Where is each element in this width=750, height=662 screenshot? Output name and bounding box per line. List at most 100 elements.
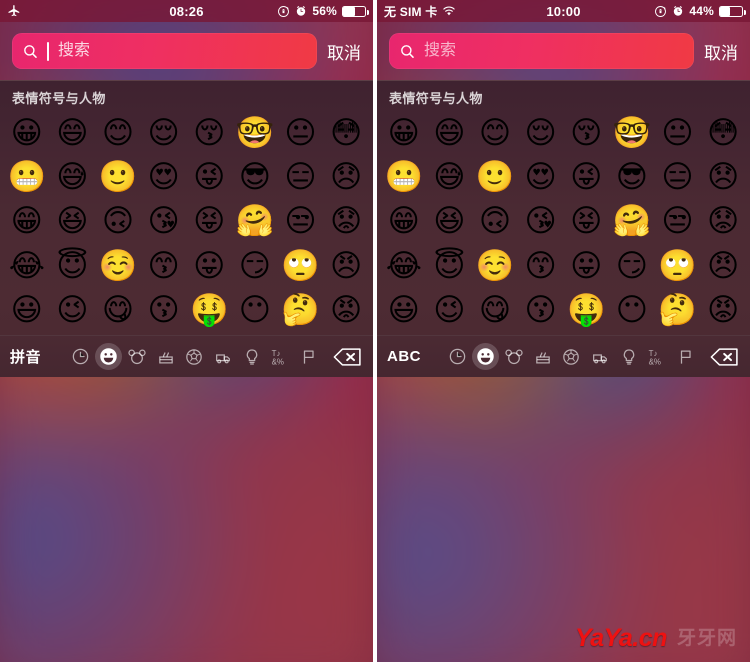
symbol-icon[interactable]: T♪ &% — [267, 343, 294, 370]
recent-icon[interactable] — [67, 343, 94, 370]
emoji-key[interactable]: 😟 — [323, 200, 369, 244]
emoji-key[interactable]: 😄 — [427, 111, 473, 155]
emoji-key[interactable]: 😎 — [232, 155, 278, 199]
emoji-key[interactable]: 😳 — [700, 111, 746, 155]
emoji-key[interactable]: 😌 — [141, 111, 187, 155]
backspace-icon[interactable] — [323, 346, 363, 368]
emoji-key[interactable]: 😚 — [564, 111, 610, 155]
emoji-key[interactable]: 🙂 — [95, 155, 141, 199]
activity-icon[interactable] — [181, 343, 208, 370]
emoji-key[interactable]: 😗 — [518, 289, 564, 333]
emoji-key[interactable]: 😅 — [50, 155, 96, 199]
emoji-key[interactable]: 😑 — [278, 155, 324, 199]
emoji-key[interactable]: 😌 — [518, 111, 564, 155]
emoji-key[interactable]: 😙 — [518, 244, 564, 288]
emoji-key[interactable]: 🤗 — [609, 200, 655, 244]
emoji-key[interactable]: ☺️ — [472, 244, 518, 288]
search-input[interactable]: 搜索 — [12, 33, 317, 69]
emoji-key[interactable]: 😂 — [4, 244, 50, 288]
search-input[interactable]: 搜索 — [389, 33, 694, 69]
emoji-key[interactable]: ☺️ — [95, 244, 141, 288]
emoji-key[interactable]: 😄 — [50, 111, 96, 155]
emoji-key[interactable]: 😠 — [700, 244, 746, 288]
emoji-key[interactable]: 🤑 — [564, 289, 610, 333]
emoji-key[interactable]: 🤔 — [655, 289, 701, 333]
object-icon[interactable] — [238, 343, 265, 370]
emoji-key[interactable]: 😡 — [700, 289, 746, 333]
emoji-key[interactable]: 😃 — [381, 289, 427, 333]
flag-icon[interactable] — [672, 343, 699, 370]
emoji-key[interactable]: 😠 — [323, 244, 369, 288]
animal-icon[interactable] — [501, 343, 528, 370]
flag-icon[interactable] — [295, 343, 322, 370]
emoji-key[interactable]: 😘 — [518, 200, 564, 244]
emoji-key[interactable]: 😐 — [278, 111, 324, 155]
emoji-key[interactable]: 😐 — [655, 111, 701, 155]
emoji-key[interactable]: 😙 — [141, 244, 187, 288]
emoji-key[interactable]: 😳 — [323, 111, 369, 155]
emoji-key[interactable]: 😊 — [95, 111, 141, 155]
emoji-key[interactable]: 🤗 — [232, 200, 278, 244]
emoji-key[interactable]: 😬 — [381, 155, 427, 199]
emoji-key[interactable]: 🙄 — [278, 244, 324, 288]
smiley-icon[interactable] — [95, 343, 123, 370]
object-icon[interactable] — [615, 343, 642, 370]
emoji-key[interactable]: 😒 — [278, 200, 324, 244]
recent-icon[interactable] — [444, 343, 471, 370]
emoji-key[interactable]: 🤓 — [609, 111, 655, 155]
smiley-icon[interactable] — [472, 343, 500, 370]
animal-icon[interactable] — [124, 343, 151, 370]
emoji-key[interactable]: 😜 — [187, 155, 233, 199]
emoji-key[interactable]: 😚 — [187, 111, 233, 155]
emoji-key[interactable]: 😛 — [187, 244, 233, 288]
emoji-key[interactable]: 😂 — [381, 244, 427, 288]
keyboard-mode-button[interactable]: ABC — [387, 348, 443, 365]
emoji-key[interactable]: 😋 — [472, 289, 518, 333]
emoji-key[interactable]: 😀 — [4, 111, 50, 155]
emoji-key[interactable]: 😆 — [50, 200, 96, 244]
emoji-key[interactable]: 😋 — [95, 289, 141, 333]
emoji-key[interactable]: 😆 — [427, 200, 473, 244]
emoji-key[interactable]: 😊 — [472, 111, 518, 155]
emoji-key[interactable]: 🤑 — [187, 289, 233, 333]
emoji-key[interactable]: 😇 — [427, 244, 473, 288]
emoji-key[interactable]: 😉 — [50, 289, 96, 333]
emoji-key[interactable]: 😅 — [427, 155, 473, 199]
keyboard-mode-button[interactable]: 拼音 — [10, 346, 66, 367]
food-icon[interactable] — [529, 343, 556, 370]
emoji-key[interactable]: 😝 — [187, 200, 233, 244]
emoji-key[interactable]: 😝 — [564, 200, 610, 244]
symbol-icon[interactable]: T♪ &% — [644, 343, 671, 370]
emoji-key[interactable]: 😁 — [381, 200, 427, 244]
emoji-key[interactable]: 🙃 — [95, 200, 141, 244]
emoji-key[interactable]: 😃 — [4, 289, 50, 333]
emoji-key[interactable]: 😀 — [381, 111, 427, 155]
emoji-key[interactable]: 😒 — [655, 200, 701, 244]
travel-icon[interactable] — [587, 343, 614, 370]
emoji-key[interactable]: 🤔 — [278, 289, 324, 333]
emoji-key[interactable]: 😜 — [564, 155, 610, 199]
emoji-key[interactable]: 🙃 — [472, 200, 518, 244]
emoji-key[interactable]: 🙄 — [655, 244, 701, 288]
cancel-button[interactable]: 取消 — [704, 39, 738, 64]
food-icon[interactable] — [152, 343, 179, 370]
emoji-key[interactable]: 😛 — [564, 244, 610, 288]
emoji-key[interactable]: 😑 — [655, 155, 701, 199]
emoji-key[interactable]: 🙂 — [472, 155, 518, 199]
emoji-key[interactable]: 😟 — [700, 200, 746, 244]
backspace-icon[interactable] — [700, 346, 740, 368]
emoji-key[interactable]: 😬 — [4, 155, 50, 199]
emoji-key[interactable]: 😶 — [609, 289, 655, 333]
emoji-key[interactable]: 🤓 — [232, 111, 278, 155]
emoji-key[interactable]: 😡 — [323, 289, 369, 333]
cancel-button[interactable]: 取消 — [327, 39, 361, 64]
emoji-key[interactable]: 😉 — [427, 289, 473, 333]
emoji-key[interactable]: 😞 — [323, 155, 369, 199]
emoji-key[interactable]: 😍 — [141, 155, 187, 199]
activity-icon[interactable] — [558, 343, 585, 370]
emoji-key[interactable]: 😇 — [50, 244, 96, 288]
emoji-key[interactable]: 😎 — [609, 155, 655, 199]
emoji-key[interactable]: 😘 — [141, 200, 187, 244]
emoji-key[interactable]: 😏 — [609, 244, 655, 288]
emoji-key[interactable]: 😶 — [232, 289, 278, 333]
